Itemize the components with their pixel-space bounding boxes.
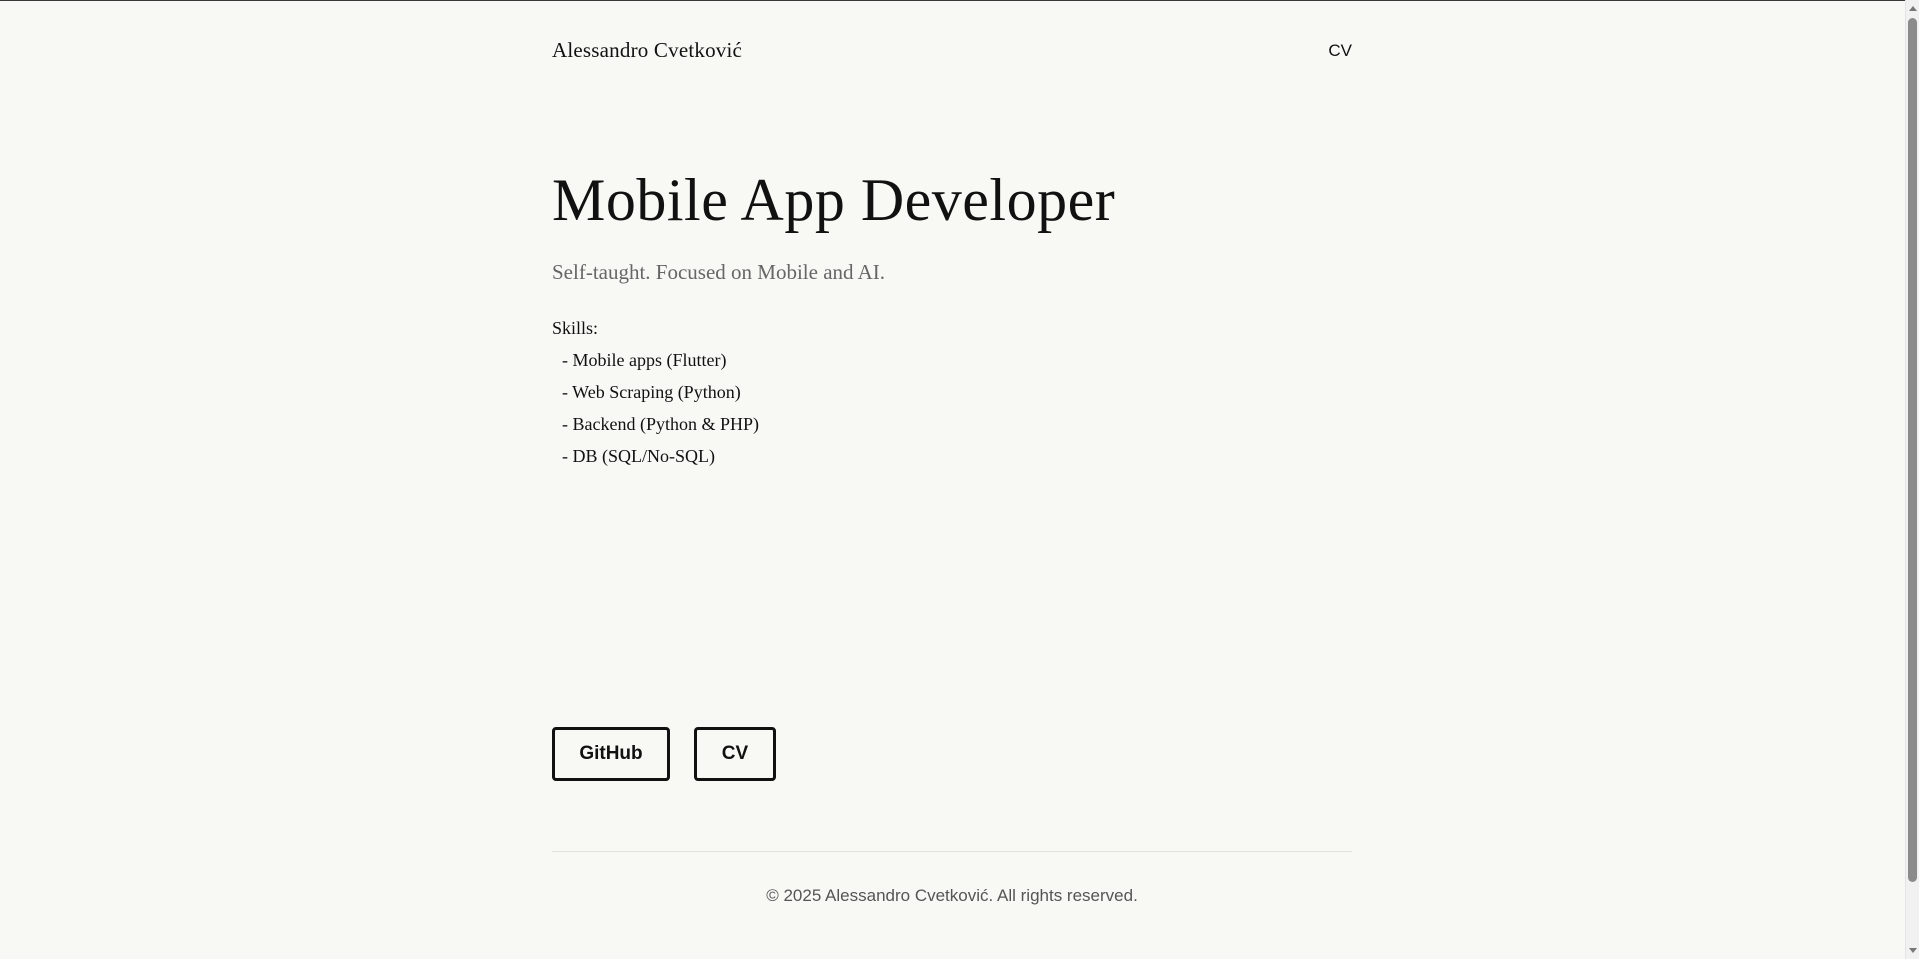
github-button[interactable]: GitHub [552,727,670,781]
scroll-up-arrow-icon[interactable] [1909,6,1917,11]
skill-item: - DB (SQL/No-SQL) [562,446,715,466]
vertical-scrollbar[interactable] [1905,0,1919,959]
skill-item: - Web Scraping (Python) [562,382,741,402]
site-name-link[interactable]: Alessandro Cvetković [552,38,742,63]
footer-copyright: © 2025 Alessandro Cvetković. All rights … [766,886,1138,905]
skill-item: - Mobile apps (Flutter) [562,350,727,370]
footer-divider [552,851,1352,852]
skills-section: Skills: - Mobile apps (Flutter) - Web Sc… [552,312,759,472]
site-header: Alessandro Cvetković CV [552,38,1352,62]
scrollbar-thumb[interactable] [1908,18,1917,882]
page-subtitle: Self-taught. Focused on Mobile and AI. [552,260,886,284]
skill-item: - Backend (Python & PHP) [562,414,759,434]
page-title: Mobile App Developer [552,167,1116,233]
skills-heading: Skills: [552,318,599,338]
nav-cv-link[interactable]: CV [1328,41,1352,61]
button-group: GitHub CV [552,727,776,781]
cv-button[interactable]: CV [694,727,776,781]
scroll-down-arrow-icon[interactable] [1909,948,1917,953]
